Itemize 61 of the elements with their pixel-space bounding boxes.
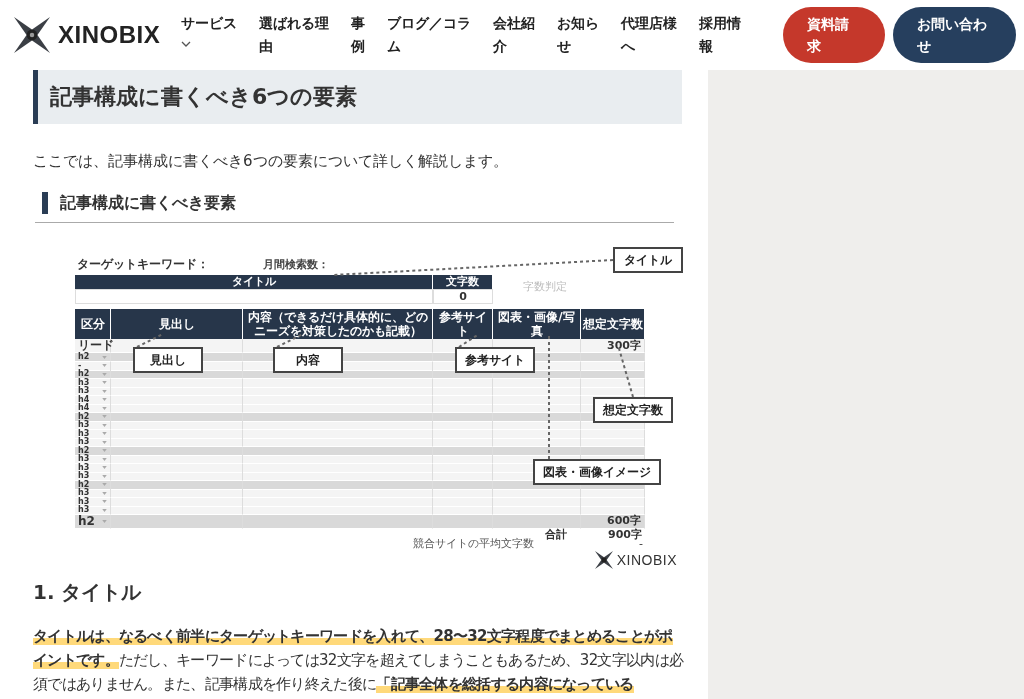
callout-label: 図表・画像イメージ [533,459,661,485]
table-header: 見出し [111,309,243,339]
row-label: h3 [78,463,90,472]
row-label: h3 [78,421,90,429]
judge-label: 字数判定 [523,281,567,293]
nav-link[interactable]: 採用情報 [699,12,741,58]
table-header: 図表・画像/写真 [493,309,581,339]
row-label: h3 [78,506,90,514]
total-value: 900字 [608,529,642,541]
average-label: 競合サイトの平均文字数 [413,538,534,550]
callout-label: 見出し [133,347,203,373]
row-label: h2 [78,446,90,455]
volume-label: 月間検索数： [263,259,329,271]
callout-label: 想定文字数 [593,397,673,423]
logo-text[interactable]: XINOBIX [58,21,161,49]
table-header: 文字数 [433,275,493,289]
row-label: h2 [78,370,90,378]
table-header: タイトル [75,275,433,289]
table-cell: 0 [433,289,493,304]
row-label: h2 [78,514,95,528]
row-label: h4 [78,395,90,404]
section-heading: 記事構成に書くべき6つの要素 [33,70,682,124]
char-count: 600字 [607,515,641,527]
row-label: h2 [78,412,90,421]
row-label: h4 [78,404,90,412]
nav-link[interactable]: 事例 [351,12,365,58]
row-label: h3 [78,489,90,497]
char-count: 300字 [607,339,641,352]
row-label: h2 [78,480,90,489]
table-header: 区分 [75,309,111,339]
nav-link[interactable]: 代理店様へ [621,12,677,58]
row-label: リード [78,339,114,352]
row-label: h3 [78,472,90,480]
total-label: 合計 [545,529,567,541]
nav-link[interactable]: 会社紹介 [493,12,535,58]
nav-link[interactable]: サービス [181,12,237,47]
nav-link[interactable]: お知らせ [557,12,599,58]
table-header: 参考サイト [433,309,493,339]
callout-label: 参考サイト [455,347,535,373]
row-label: h3 [78,438,90,446]
row-label: h3 [78,429,90,438]
logo-text: XINOBIX [616,552,677,568]
callout-label: 内容 [273,347,343,373]
row-label: h3 [78,455,90,463]
intro-text: ここでは、記事構成に書くべき6つの要素について詳しく解説します。 [33,151,509,172]
row-label: - [78,361,82,370]
header-button[interactable]: 資料請求 [783,7,885,63]
average-value: - [639,538,643,550]
header-button[interactable]: お問い合わせ [893,7,1016,63]
row-label: h3 [78,387,90,395]
keyword-label: ターゲットキーワード： [77,257,209,271]
subheading: 記事構成に書くべき要素 [42,192,674,214]
nav-link[interactable]: 選ばれる理由 [259,12,329,58]
section-title: 1. タイトル [33,579,143,606]
row-label: h2 [78,353,90,361]
row-label: h3 [78,497,90,506]
table-header: 想定文字数 [581,309,645,339]
nav-link[interactable]: ブログ／コラム [387,12,471,58]
row-label: h3 [78,378,90,387]
table-header: 内容（できるだけ具体的に、どのニーズを対策したのかも記載） [243,309,433,339]
callout-label: タイトル [613,247,683,273]
